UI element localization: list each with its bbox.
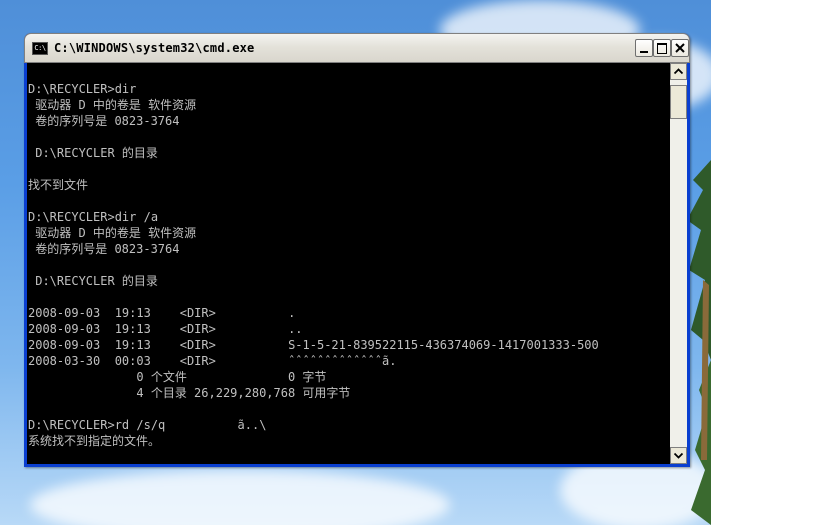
console-line: D:\RECYCLER 的目录 [28, 274, 158, 288]
console-line: 0 个文件 0 字节 [28, 370, 327, 384]
console-line: D:\RECYCLER>rd /s/q ã..\ [28, 418, 267, 432]
scroll-up-button[interactable] [670, 63, 687, 80]
console-line: 2008-03-30 00:03 <DIR> ˆˆˆˆˆˆˆˆˆˆˆˆˆã. [28, 354, 397, 368]
scroll-down-button[interactable] [670, 447, 687, 464]
console-line: D:\RECYCLER>dir [28, 82, 137, 96]
blank-area [711, 0, 840, 525]
console-line: 4 个目录 26,229,280,768 可用字节 [28, 386, 351, 400]
console-line: D:\RECYCLER 的目录 [28, 146, 158, 160]
arrow-up-icon [674, 68, 683, 75]
scroll-thumb[interactable] [670, 85, 687, 119]
cloud [30, 470, 450, 525]
console-line: D:\RECYCLER>dir /a [28, 210, 159, 224]
window-client: D:\RECYCLER>dir 驱动器 D 中的卷是 软件资源 卷的序列号是 0… [27, 63, 687, 464]
console-line: 卷的序列号是 0823-3764 [28, 242, 180, 256]
maximize-button[interactable] [653, 39, 671, 57]
console-line: 卷的序列号是 0823-3764 [28, 114, 180, 128]
close-button[interactable] [671, 39, 689, 57]
window-title: C:\WINDOWS\system32\cmd.exe [54, 41, 255, 55]
console-icon[interactable]: C:\ [32, 42, 48, 55]
window-titlebar[interactable]: C:\ C:\WINDOWS\system32\cmd.exe [24, 33, 690, 63]
vertical-scrollbar[interactable] [670, 63, 687, 464]
console-line: 找不到文件 [28, 178, 89, 192]
console-line: 驱动器 D 中的卷是 软件资源 [28, 98, 197, 112]
console-line: 系统找不到指定的文件。 [28, 434, 161, 448]
console-line: 2008-09-03 19:13 <DIR> S-1-5-21-83952211… [28, 338, 599, 352]
cmd-window[interactable]: C:\ C:\WINDOWS\system32\cmd.exe D:\RECYC… [24, 33, 690, 467]
console-line: 驱动器 D 中的卷是 软件资源 [28, 226, 197, 240]
minimize-button[interactable] [635, 39, 653, 57]
console-output[interactable]: D:\RECYCLER>dir 驱动器 D 中的卷是 软件资源 卷的序列号是 0… [27, 63, 670, 464]
console-line: 2008-09-03 19:13 <DIR> .. [28, 322, 303, 336]
console-lines: D:\RECYCLER>dir 驱动器 D 中的卷是 软件资源 卷的序列号是 0… [28, 81, 599, 449]
console-line: 2008-09-03 19:13 <DIR> . [28, 306, 296, 320]
close-icon [675, 43, 685, 53]
arrow-down-icon [674, 452, 683, 459]
